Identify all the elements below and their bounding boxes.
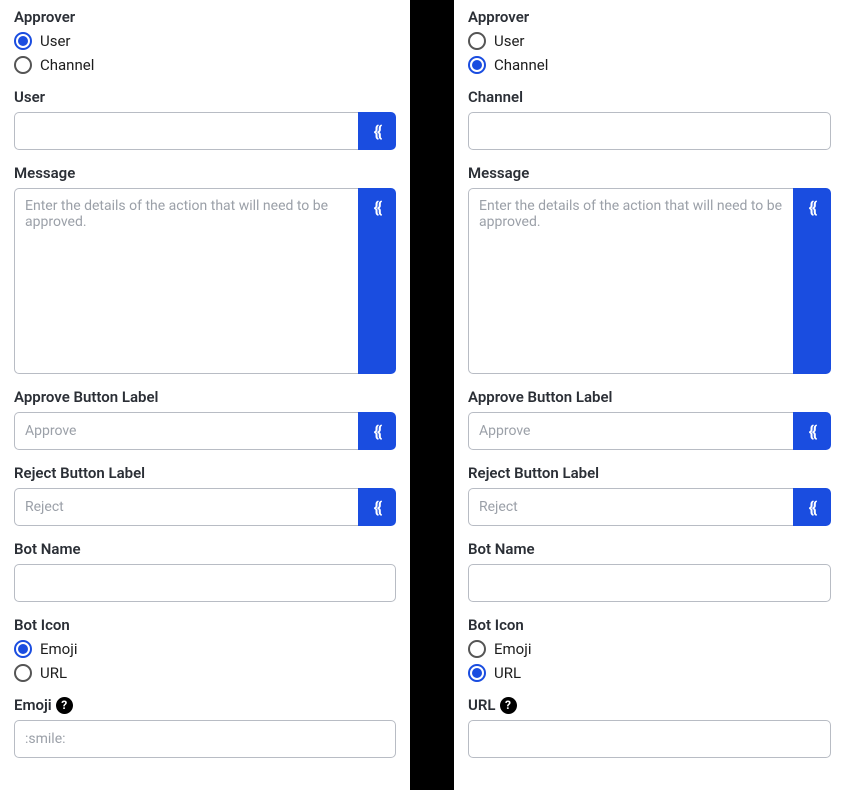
bot-icon-option-emoji[interactable]: Emoji [14,640,396,658]
radio-icon [468,640,486,658]
merge-tag-button[interactable]: {{ [793,412,831,450]
user-input[interactable] [14,112,358,150]
reject-label-input[interactable] [468,488,793,526]
approve-label-input[interactable] [468,412,793,450]
approve-button-label-heading: Approve Button Label [14,388,396,406]
right-panel: Approver User Channel Channel Message {{ [454,0,845,790]
bot-name-input[interactable] [468,564,831,602]
radio-label: Channel [40,56,94,74]
message-textarea[interactable] [14,188,358,374]
approver-option-user[interactable]: User [14,32,396,50]
merge-tag-button[interactable]: {{ [358,488,396,526]
bot-name-label: Bot Name [14,540,396,558]
radio-label: Channel [494,56,548,74]
panel-divider [410,0,454,790]
merge-tag-button[interactable]: {{ [358,112,396,150]
approver-label: Approver [468,8,831,26]
bot-icon-target-label-text: Emoji [14,696,52,714]
bot-name-label: Bot Name [468,540,831,558]
radio-icon [14,664,32,682]
radio-icon [468,56,486,74]
merge-tag-button[interactable]: {{ [358,412,396,450]
radio-icon [468,32,486,50]
url-input[interactable] [468,720,831,758]
message-label: Message [468,164,831,182]
radio-icon [468,664,486,682]
radio-label: User [494,32,525,50]
approve-button-label-heading: Approve Button Label [468,388,831,406]
bot-icon-target-label: Emoji ? [14,696,396,714]
radio-label: URL [494,664,521,682]
approver-option-user[interactable]: User [468,32,831,50]
reject-button-label-heading: Reject Button Label [14,464,396,482]
bot-icon-option-url[interactable]: URL [14,664,396,682]
help-icon[interactable]: ? [56,697,73,714]
bot-icon-label: Bot Icon [14,616,396,634]
radio-label: Emoji [40,640,77,658]
bot-icon-option-emoji[interactable]: Emoji [468,640,831,658]
merge-tag-button[interactable]: {{ [793,188,831,374]
message-label: Message [14,164,396,182]
approver-option-channel[interactable]: Channel [14,56,396,74]
reject-button-label-heading: Reject Button Label [468,464,831,482]
reject-label-input[interactable] [14,488,358,526]
radio-label: User [40,32,71,50]
left-panel: Approver User Channel User {{ Message {{ [0,0,410,790]
bot-name-input[interactable] [14,564,396,602]
radio-label: URL [40,664,67,682]
radio-icon [14,640,32,658]
bot-icon-label: Bot Icon [468,616,831,634]
radio-icon [14,56,32,74]
approver-label: Approver [14,8,396,26]
merge-tag-button[interactable]: {{ [358,188,396,374]
merge-tag-button[interactable]: {{ [793,488,831,526]
emoji-input[interactable] [14,720,396,758]
message-textarea[interactable] [468,188,793,374]
approver-target-label: User [14,88,396,106]
bot-icon-target-label-text: URL [468,696,496,714]
bot-icon-option-url[interactable]: URL [468,664,831,682]
radio-label: Emoji [494,640,531,658]
radio-icon [14,32,32,50]
approve-label-input[interactable] [14,412,358,450]
approver-target-label: Channel [468,88,831,106]
help-icon[interactable]: ? [500,697,517,714]
approver-option-channel[interactable]: Channel [468,56,831,74]
channel-input[interactable] [468,112,831,150]
bot-icon-target-label: URL ? [468,696,831,714]
